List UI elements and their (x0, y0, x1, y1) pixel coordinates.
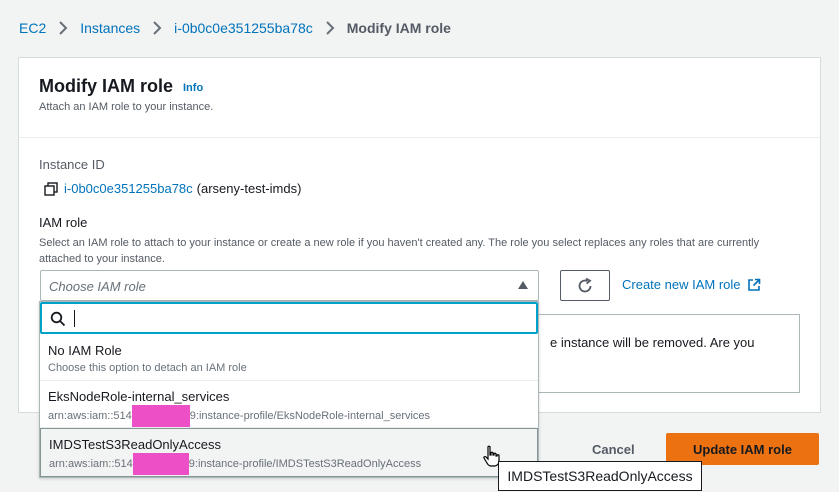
search-input[interactable] (72, 309, 512, 327)
option-title: IMDSTestS3ReadOnlyAccess (49, 437, 221, 452)
alert-text: e instance will be removed. Are you (550, 335, 755, 350)
refresh-button[interactable] (560, 270, 610, 301)
iam-role-label: IAM role (39, 215, 88, 230)
page-subtitle: Attach an IAM role to your instance. (39, 101, 214, 113)
option-arn: arn:aws:iam::514 9:instance-profile/IMDST… (49, 453, 421, 475)
option-no-iam-role[interactable]: No IAM Role Choose this option to detach… (40, 334, 538, 381)
breadcrumb-instances-link[interactable]: Instances (80, 20, 140, 36)
chevron-right-icon (148, 18, 166, 38)
arn-prefix: arn:aws:iam::514 (48, 409, 132, 422)
option-imdstests3readonlyaccess[interactable]: IMDSTestS3ReadOnlyAccess arn:aws:iam::51… (40, 428, 538, 477)
instance-name: (arseny-test-imds) (196, 181, 302, 196)
chevron-right-icon (54, 18, 72, 38)
chevron-right-icon (321, 18, 339, 38)
search-field[interactable] (40, 302, 538, 334)
instance-id-row: i-0b0c0e351255ba78c (arseny-test-imds) (44, 181, 301, 196)
page-title: Modify IAM role (39, 76, 173, 96)
iam-role-select[interactable]: Choose IAM role (40, 270, 539, 301)
arn-prefix: arn:aws:iam::514 (49, 457, 133, 470)
cancel-button[interactable]: Cancel (592, 442, 635, 457)
caret-up-icon (518, 281, 528, 289)
arn-suffix: 9:instance-profile/IMDSTestS3ReadOnlyAcc… (188, 457, 422, 470)
panel-header: Modify IAM role Info Attach an IAM role … (19, 58, 820, 138)
option-arn: arn:aws:iam::514 9:instance-profile/EksNo… (48, 405, 430, 427)
create-iam-role-label: Create new IAM role (622, 277, 741, 292)
instance-id-link[interactable]: i-0b0c0e351255ba78c (64, 181, 193, 196)
breadcrumb-ec2-link[interactable]: EC2 (19, 20, 46, 36)
breadcrumb: EC2 Instances i-0b0c0e351255ba78c Modify… (19, 18, 451, 38)
copy-icon[interactable] (44, 181, 58, 196)
instance-id-label: Instance ID (39, 157, 105, 172)
search-icon (50, 311, 66, 327)
redacted-block (131, 405, 190, 427)
redacted-block (132, 453, 189, 475)
external-link-icon (747, 278, 760, 291)
arn-suffix: 9:instance-profile/EksNodeRole-internal_… (189, 409, 431, 422)
option-title: No IAM Role (48, 343, 122, 358)
breadcrumb-instance-link[interactable]: i-0b0c0e351255ba78c (174, 20, 313, 36)
iam-role-placeholder: Choose IAM role (49, 279, 146, 294)
create-iam-role-link[interactable]: Create new IAM role (622, 277, 761, 292)
option-tooltip: IMDSTestS3ReadOnlyAccess (498, 461, 702, 491)
warning-alert: e instance will be removed. Are you (511, 314, 800, 393)
iam-role-description: Select an IAM role to attach to your ins… (39, 237, 760, 265)
option-eksnoderole[interactable]: EksNodeRole-internal_services arn:aws:ia… (40, 381, 538, 428)
iam-role-dropdown: No IAM Role Choose this option to detach… (39, 301, 539, 478)
option-description: Choose this option to detach an IAM role (48, 362, 247, 374)
breadcrumb-current: Modify IAM role (346, 20, 451, 36)
option-title: EksNodeRole-internal_services (48, 389, 230, 404)
info-link[interactable]: Info (183, 82, 203, 94)
refresh-icon (578, 277, 592, 292)
